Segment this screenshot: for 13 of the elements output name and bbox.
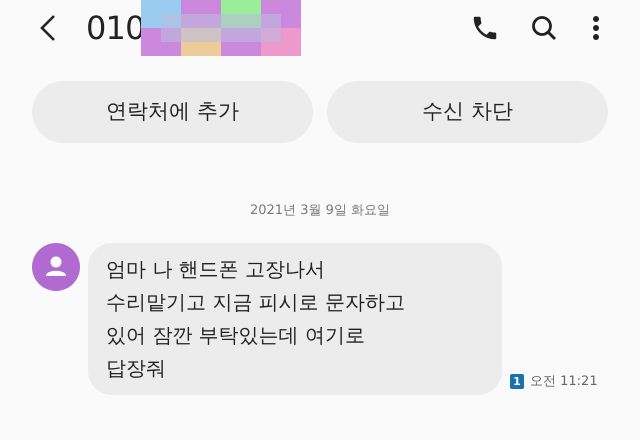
block-button[interactable]: 수신 차단 xyxy=(327,81,608,143)
sim-badge: 1 xyxy=(510,374,524,390)
back-icon[interactable] xyxy=(38,14,58,42)
add-contact-button[interactable]: 연락처에 추가 xyxy=(32,81,313,143)
message-time: 오전 11:21 xyxy=(530,373,598,391)
message-line: 수리맡기고 지금 피시로 문자하고 xyxy=(106,288,406,316)
search-icon[interactable] xyxy=(530,14,558,42)
message-line: 답장줘 xyxy=(106,354,167,382)
message-line: 엄마 나 핸드폰 고장나서 xyxy=(106,256,326,282)
more-options-icon[interactable] xyxy=(592,15,600,41)
message-line: 있어 잠깐 부탁있는데 여기로 xyxy=(106,322,366,348)
avatar-icon xyxy=(32,242,80,290)
date-label: 2021년 3월 9일 화요일 xyxy=(250,202,390,220)
